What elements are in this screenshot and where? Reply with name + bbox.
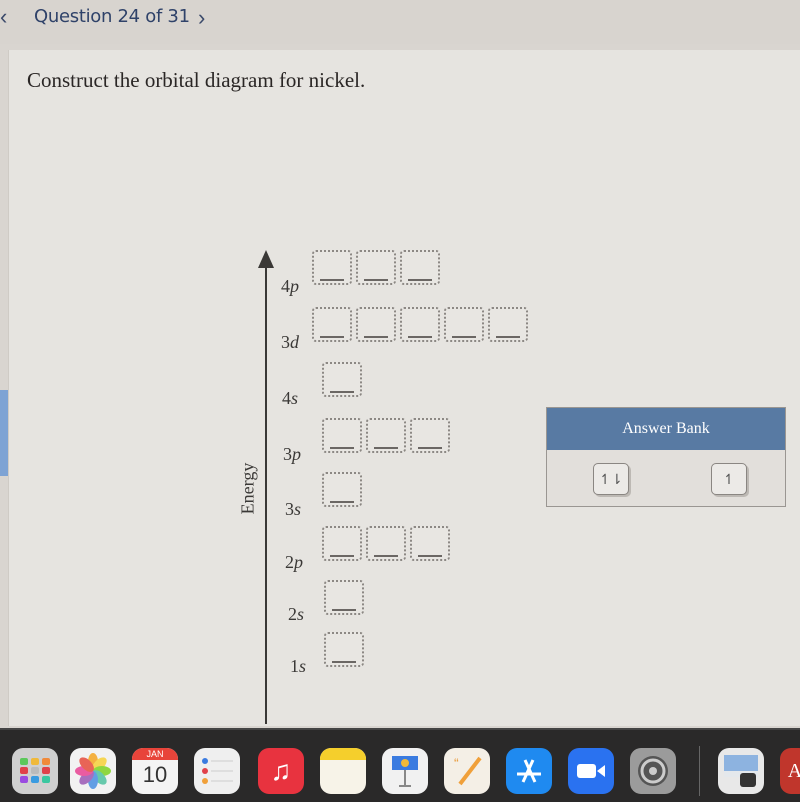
orbital-label-4p: 4p [281, 276, 299, 297]
orbital-l: d [290, 332, 299, 352]
calendar-month: JAN [132, 748, 178, 760]
preview-icon[interactable] [718, 748, 764, 794]
keynote-icon[interactable] [382, 748, 428, 794]
pages-icon[interactable]: “ [444, 748, 490, 794]
orbital-drop-box[interactable] [324, 632, 364, 667]
top-bar: ‹ Question 24 of 31 › [0, 0, 800, 44]
music-icon[interactable]: ♫ [258, 748, 304, 794]
orbital-label-3s: 3s [285, 499, 301, 520]
notes-icon[interactable] [320, 748, 366, 794]
orbital-n: 2 [285, 552, 294, 572]
orbital-drop-box[interactable] [322, 472, 362, 507]
dock: JAN 10 ♫ “ A [0, 728, 800, 802]
orbital-l: p [292, 444, 301, 464]
chevron-left-icon[interactable]: ‹ [0, 4, 7, 30]
orbital-label-1s: 1s [290, 656, 306, 677]
orbital-n: 2 [288, 604, 297, 624]
orbital-label-3p: 3p [283, 444, 301, 465]
tile-single-arrow[interactable]: ↿ [711, 463, 747, 495]
orbital-row-4s [322, 362, 366, 397]
left-accent-tab[interactable] [0, 390, 8, 476]
question-panel [8, 50, 800, 726]
orbital-drop-box[interactable] [366, 418, 406, 453]
orbital-drop-box[interactable] [400, 250, 440, 285]
orbital-n: 3 [285, 499, 294, 519]
orbital-drop-box[interactable] [324, 580, 364, 615]
orbital-label-4s: 4s [282, 388, 298, 409]
dock-separator [699, 746, 700, 796]
orbital-drop-box[interactable] [410, 526, 450, 561]
orbital-label-3d: 3d [281, 332, 299, 353]
calendar-icon[interactable]: JAN 10 [132, 748, 178, 794]
system-preferences-icon[interactable] [630, 748, 676, 794]
orbital-l: s [297, 604, 305, 624]
orbital-row-4p [312, 250, 444, 285]
orbital-l: p [290, 276, 299, 296]
orbital-label-2s: 2s [288, 604, 304, 625]
orbital-drop-box[interactable] [356, 250, 396, 285]
orbital-drop-box[interactable] [400, 307, 440, 342]
orbital-drop-box[interactable] [366, 526, 406, 561]
orbital-l: s [294, 499, 302, 519]
orbital-label-2p: 2p [285, 552, 303, 573]
acrobat-icon[interactable]: A [780, 748, 800, 794]
photos-icon[interactable] [70, 748, 116, 794]
orbital-n: 4 [282, 388, 291, 408]
orbital-l: s [291, 388, 299, 408]
orbital-row-2s [324, 580, 368, 615]
orbital-row-2p [322, 526, 454, 561]
answer-bank-title: Answer Bank [547, 408, 785, 450]
question-prompt: Construct the orbital diagram for nickel… [27, 68, 366, 92]
answer-bank: Answer Bank ↿⇂ ↿ [546, 407, 786, 507]
orbital-row-1s [324, 632, 368, 667]
app-store-icon[interactable] [506, 748, 552, 794]
orbital-row-3p [322, 418, 454, 453]
orbital-n: 4 [281, 276, 290, 296]
chevron-right-icon[interactable]: › [198, 5, 205, 31]
orbital-drop-box[interactable] [322, 526, 362, 561]
orbital-row-3d [312, 307, 532, 342]
orbital-drop-box[interactable] [322, 362, 362, 397]
orbital-l: s [299, 656, 307, 676]
orbital-drop-box[interactable] [312, 250, 352, 285]
launchpad-icon[interactable] [12, 748, 58, 794]
energy-axis [265, 262, 267, 724]
calendar-day: 10 [142, 762, 168, 787]
orbital-n: 3 [283, 444, 292, 464]
tile-paired-arrows[interactable]: ↿⇂ [593, 463, 629, 495]
orbital-row-3s [322, 472, 366, 507]
orbital-n: 1 [290, 656, 299, 676]
orbital-drop-box[interactable] [356, 307, 396, 342]
orbital-drop-box[interactable] [488, 307, 528, 342]
reminders-icon[interactable] [194, 748, 240, 794]
orbital-drop-box[interactable] [444, 307, 484, 342]
svg-text:“: “ [454, 755, 459, 771]
energy-axis-label: Energy [237, 462, 258, 515]
orbital-drop-box[interactable] [322, 418, 362, 453]
arrow-up-icon [258, 250, 274, 268]
orbital-n: 3 [281, 332, 290, 352]
zoom-icon[interactable] [568, 748, 614, 794]
orbital-drop-box[interactable] [312, 307, 352, 342]
question-counter: Question 24 of 31 [34, 6, 190, 27]
orbital-l: p [294, 552, 303, 572]
orbital-drop-box[interactable] [410, 418, 450, 453]
